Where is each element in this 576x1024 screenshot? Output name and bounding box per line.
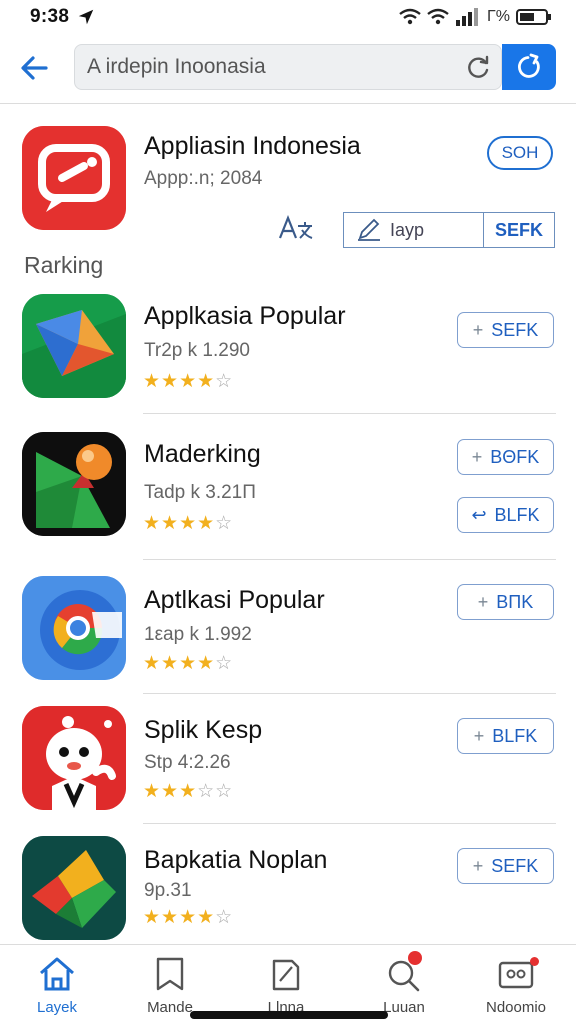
app-title: Bapkatia Noplan (144, 846, 328, 874)
list-item[interactable]: Maderking Tadp k 3.21Π ★★★★☆ + BΘFK ↩ BL… (0, 430, 576, 560)
back-arrow-icon (21, 56, 48, 80)
list-item[interactable]: Bapkatia Noplan 9p.31 ★★★★☆ + SEFK (0, 836, 576, 940)
app-icon[interactable] (22, 836, 126, 940)
bookmark-icon (156, 957, 184, 991)
nav-item-home[interactable]: Layek (9, 955, 105, 1016)
list-item[interactable]: Aptlkasi Popular 1εap k 1.992 ★★★★☆ + BΠ… (0, 576, 576, 694)
refresh-button[interactable] (502, 44, 556, 90)
app-title: Applkasia Popular (144, 302, 346, 330)
nav-label: Luuan (383, 999, 425, 1016)
reload-icon[interactable] (465, 55, 491, 81)
notification-badge (408, 951, 422, 965)
edit-pencil-icon (358, 218, 380, 241)
location-arrow-icon (79, 9, 94, 25)
status-time: 9:38 (30, 6, 70, 27)
rating-stars: ★★★★☆ (143, 907, 234, 928)
wifi-icon-secondary (427, 8, 449, 25)
search-header (0, 36, 576, 104)
get-button[interactable]: + SEFK (457, 848, 554, 884)
app-icon[interactable] (22, 432, 126, 536)
layers-arrow-icon (22, 836, 126, 940)
maps-arrow-icon (22, 294, 126, 398)
rating-stars: ★★★★☆ (143, 653, 234, 674)
search-input[interactable] (87, 55, 427, 79)
open-button-label: BLFK (494, 504, 540, 525)
search-field[interactable] (74, 44, 502, 90)
segment-text: Iayp (390, 219, 425, 240)
wifi-icon (399, 8, 421, 25)
segment-action-button[interactable]: SEFK (484, 213, 554, 247)
row-divider (143, 693, 556, 694)
nav-label: Ndoomio (485, 999, 547, 1016)
status-bar: 9:38 Γ% (0, 0, 576, 34)
nav-label: Layek (36, 999, 78, 1016)
plus-icon: + (471, 446, 483, 467)
featured-action-button[interactable]: SOH (487, 136, 553, 170)
featured-segment-group: Iayp SEFK (343, 212, 555, 248)
plus-icon: + (472, 319, 484, 340)
nav-item-bookmark[interactable]: Mande (122, 955, 218, 1016)
app-title: Maderking (144, 440, 261, 468)
get-button[interactable]: + BLFK (457, 718, 554, 754)
nav-item-profile[interactable]: Ndoomio (468, 955, 564, 1016)
mascot-icon (22, 706, 126, 810)
plus-icon: + (472, 855, 484, 876)
signal-icon (455, 8, 478, 26)
return-arrow-icon: ↩ (471, 504, 487, 525)
app-meta: Stp 4:2.26 (144, 752, 231, 773)
get-button-label: SEFK (491, 855, 539, 876)
featured-title: Appliasin Indonesia (144, 132, 361, 160)
app-icon[interactable] (22, 294, 126, 398)
get-button-label: BΠK (496, 591, 534, 612)
app-meta: Tr2p k 1.290 (144, 340, 250, 361)
row-divider (143, 559, 556, 560)
get-button[interactable]: + BΠK (457, 584, 554, 620)
back-button[interactable] (14, 48, 54, 88)
app-icon[interactable] (22, 576, 126, 680)
translate-icon[interactable] (276, 214, 316, 242)
segment-edit[interactable]: Iayp (344, 213, 484, 247)
notification-dot (530, 957, 539, 966)
app-title: Aptlkasi Popular (144, 586, 325, 614)
app-meta: Tadp k 3.21Π (144, 482, 256, 503)
app-meta: 9p.31 (144, 880, 192, 901)
refresh-icon (518, 53, 540, 78)
rating-stars: ★★★★☆ (143, 513, 234, 534)
featured-subtitle: Appp:.n; 2084 (144, 168, 263, 189)
row-divider (143, 823, 556, 824)
get-button-label: BΘFK (490, 446, 540, 467)
featured-app-icon[interactable] (22, 126, 126, 230)
nav-item-document[interactable]: Llnna (238, 955, 334, 1016)
battery-icon (516, 9, 551, 25)
chat-bubble-icon (22, 126, 126, 230)
list-item[interactable]: Applkasia Popular Tr2p k 1.290 ★★★★☆ + S… (0, 292, 576, 414)
section-label: Rarking (24, 252, 104, 278)
browser-icon (22, 576, 126, 680)
get-button-label: BLFK (492, 725, 538, 746)
battery-percent: Γ% (486, 8, 510, 25)
profile-icon-wrap (496, 955, 539, 993)
get-button[interactable]: + SEFK (457, 312, 554, 348)
get-button-label: SEFK (491, 319, 539, 340)
plus-icon: + (473, 725, 485, 746)
rating-stars: ★★★☆☆ (143, 781, 234, 802)
nav-label: Mande (147, 999, 193, 1016)
app-title: Splik Kesp (144, 716, 263, 744)
home-indicator (190, 1011, 388, 1019)
list-item[interactable]: Splik Kesp Stp 4:2.26 ★★★☆☆ + BLFK (0, 706, 576, 824)
home-icon (40, 957, 74, 991)
row-divider (143, 413, 556, 414)
get-button[interactable]: + BΘFK (457, 439, 554, 475)
open-button[interactable]: ↩ BLFK (457, 497, 554, 533)
pin-marker-icon (22, 432, 126, 536)
rating-stars: ★★★★☆ (143, 371, 234, 392)
search-icon-wrap (384, 951, 424, 993)
plus-icon: + (477, 591, 489, 612)
status-indicators: Γ% (399, 8, 552, 26)
app-icon[interactable] (22, 706, 126, 810)
featured-app[interactable]: Appliasin Indonesia Appp:.n; 2084 SOH Ia… (0, 112, 576, 252)
document-icon (272, 959, 300, 991)
nav-item-search[interactable]: Luuan (356, 951, 452, 1016)
app-meta: 1εap k 1.992 (144, 624, 252, 645)
